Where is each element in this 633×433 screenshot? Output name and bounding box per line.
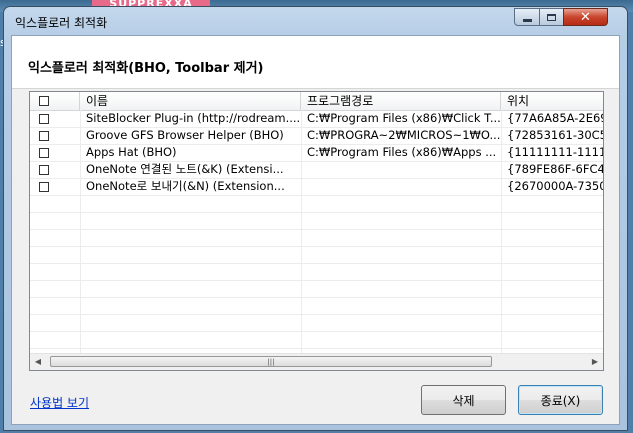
close-window-button[interactable]: ✕ <box>563 8 608 26</box>
horizontal-scrollbar[interactable]: ◀ ||| ▶ <box>30 353 603 370</box>
minimize-icon <box>522 18 532 22</box>
optimizer-window: 익스플로러 최적화 ✕ 익스플로러 최적화(BHO, Toolbar 제거) 이… <box>3 6 628 431</box>
row-location: {77A6A85A-2E69 <box>507 111 604 125</box>
page-title: 익스플로러 최적화(BHO, Toolbar 제거) <box>28 61 264 76</box>
row-location: {11111111-1111- <box>507 145 604 159</box>
title-bar[interactable]: 익스플로러 최적화 ✕ <box>4 7 627 35</box>
row-name: SiteBlocker Plug-in (http://rodream.... <box>86 111 301 125</box>
row-path <box>301 178 501 195</box>
column-location[interactable]: 위치 <box>501 92 603 110</box>
grid-line <box>30 195 603 196</box>
scroll-right-icon[interactable]: ▶ <box>587 354 603 370</box>
select-all-header[interactable] <box>30 92 80 110</box>
row-name: Apps Hat (BHO) <box>86 145 177 159</box>
grid-line <box>30 246 603 247</box>
close-icon: ✕ <box>580 9 591 25</box>
maximize-button[interactable] <box>539 8 564 26</box>
dialog-body: 익스플로러 최적화(BHO, Toolbar 제거) 이름 프로그램경로 위치 <box>11 35 620 425</box>
row-location: {2670000A-7350 <box>507 179 604 193</box>
delete-button[interactable]: 삭제 <box>421 385 506 415</box>
row-name: Groove GFS Browser Helper (BHO) <box>86 128 284 142</box>
column-name[interactable]: 이름 <box>80 92 301 110</box>
minimize-button[interactable] <box>514 8 540 26</box>
row-checkbox[interactable] <box>39 148 49 158</box>
column-header: 이름 프로그램경로 위치 <box>30 92 603 111</box>
grid-line <box>30 263 603 264</box>
grid-line <box>30 297 603 298</box>
help-link[interactable]: 사용법 보기 <box>30 394 89 411</box>
grid-line <box>30 212 603 213</box>
row-location: {789FE86F-6FC4- <box>507 162 604 176</box>
grid-line <box>30 331 603 332</box>
exit-button[interactable]: 종료(X) <box>518 385 603 415</box>
row-checkbox[interactable] <box>39 165 49 175</box>
table-row[interactable]: OneNote 연결된 노트(&K) (Extensi... {789FE86F… <box>30 161 604 178</box>
bho-list[interactable]: 이름 프로그램경로 위치 SiteBlocker Plug-in (http:/… <box>29 91 604 371</box>
table-row[interactable]: Apps Hat (BHO) C:₩Program Files (x86)₩Ap… <box>30 144 604 161</box>
row-location: {72853161-30C5 <box>507 128 604 142</box>
row-name: OneNote 연결된 노트(&K) (Extensi... <box>86 162 284 176</box>
row-checkbox[interactable] <box>39 182 49 192</box>
grid-line <box>30 314 603 315</box>
header-band: 익스플로러 최적화(BHO, Toolbar 제거) <box>12 36 619 88</box>
table-row[interactable]: OneNote로 보내기(&N) (Extension... {2670000A… <box>30 178 604 195</box>
table-row[interactable]: Groove GFS Browser Helper (BHO) C:₩PROGR… <box>30 127 604 144</box>
row-checkbox[interactable] <box>39 131 49 141</box>
maximize-icon <box>547 13 556 21</box>
scroll-left-icon[interactable]: ◀ <box>30 354 46 370</box>
grid-line <box>30 348 603 349</box>
row-name: OneNote로 보내기(&N) (Extension... <box>86 179 285 193</box>
column-path[interactable]: 프로그램경로 <box>301 92 501 110</box>
row-checkbox[interactable] <box>39 114 49 124</box>
select-all-checkbox[interactable] <box>39 96 49 106</box>
window-title: 익스플로러 최적화 <box>15 16 108 30</box>
scroll-thumb[interactable]: ||| <box>50 356 492 367</box>
row-path: C:₩Program Files (x86)₩Click T... <box>307 111 501 125</box>
row-path <box>301 161 501 178</box>
header-divider <box>12 88 619 89</box>
row-path: C:₩PROGRA~2₩MICROS~1₩O... <box>307 128 501 142</box>
grid-line <box>30 280 603 281</box>
table-row[interactable]: SiteBlocker Plug-in (http://rodream.... … <box>30 110 604 127</box>
row-path: C:₩Program Files (x86)₩Apps ... <box>307 145 497 159</box>
grid-line <box>30 229 603 230</box>
